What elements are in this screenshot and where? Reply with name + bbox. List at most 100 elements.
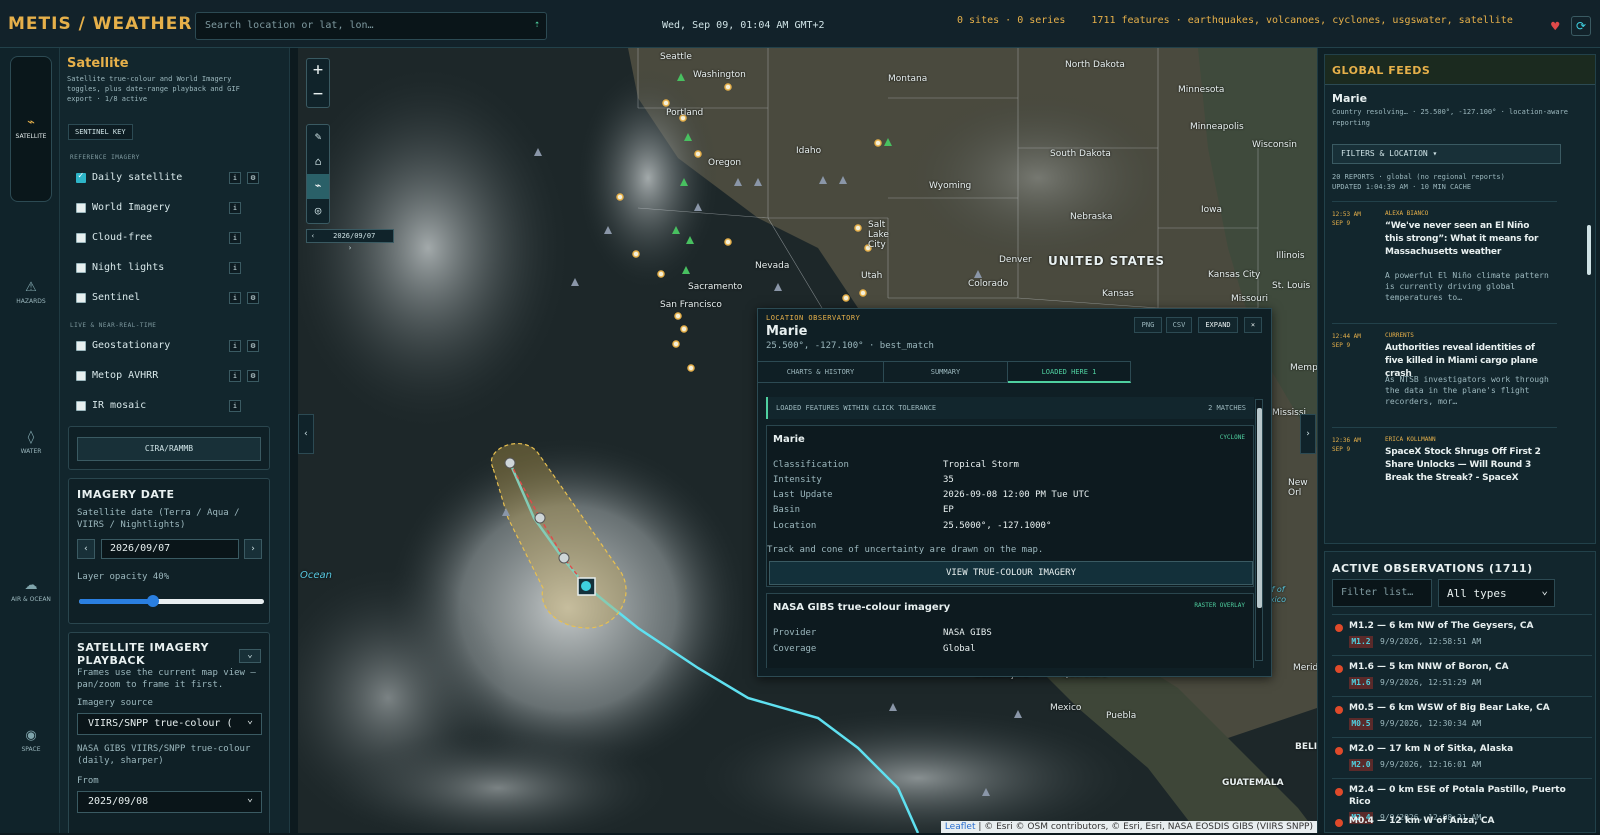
nav-water[interactable]: ◊ WATER — [10, 430, 52, 455]
opacity-slider[interactable] — [79, 595, 264, 607]
nav-satellite[interactable]: ⌁ SATELLITE — [10, 56, 52, 202]
observation-item[interactable]: M0.5 — 6 km WSW of Big Bear Lake, CA M0.… — [1332, 696, 1592, 737]
collapse-left-button[interactable]: ‹ — [298, 414, 314, 454]
sentinel-key-button[interactable]: SENTINEL KEY — [68, 124, 133, 140]
layer-daily-satellite[interactable]: Daily satellite i ⚙ — [76, 171, 276, 186]
checkbox[interactable] — [76, 233, 86, 243]
news-headline[interactable]: SpaceX Stock Shrugs Off First 2 Share Un… — [1385, 446, 1550, 485]
checkbox[interactable] — [76, 171, 86, 183]
filters-location-button[interactable]: FILTERS & LOCATION ▾ — [1332, 144, 1561, 164]
checkbox[interactable] — [76, 371, 86, 381]
imagery-date-input[interactable]: 2026/09/07 — [101, 539, 239, 559]
news-headline[interactable]: “We've never seen an El Niño this strong… — [1385, 220, 1550, 259]
layer-cloud-free[interactable]: Cloud-free i — [76, 232, 276, 246]
layer-label: Geostationary — [92, 340, 171, 351]
info-icon[interactable]: i — [229, 262, 241, 274]
observation-item[interactable]: M1.2 — 6 km NW of The Geysers, CA M1.2 9… — [1332, 614, 1592, 655]
imagery-source-select[interactable]: VIIRS/SNPP true-colour ( — [77, 713, 262, 735]
close-icon[interactable]: × — [1244, 317, 1262, 333]
layer-metop-avhrr[interactable]: Metop AVHRR i ⚙ — [76, 370, 276, 384]
png-button[interactable]: PNG — [1134, 317, 1162, 333]
news-item[interactable]: 12:53 AM SEP 9 ALEXA BIANCO “We've never … — [1332, 201, 1557, 325]
checkbox[interactable] — [76, 401, 86, 411]
chevron-left-icon[interactable]: ‹ — [311, 232, 315, 240]
type-select[interactable]: All types — [1438, 579, 1555, 607]
opacity-handle[interactable] — [147, 595, 159, 607]
attribution-text: | © Esri © OSM contributors, © Esri, Esr… — [975, 822, 1313, 832]
search-placeholder: Search location or lat, lon… — [205, 20, 374, 31]
home-icon[interactable]: ⌂ — [307, 150, 329, 175]
globe-icon[interactable]: ◎ — [307, 199, 329, 224]
view-true-colour-button[interactable]: VIEW TRUE-COLOUR IMAGERY — [769, 561, 1253, 585]
magnitude-badge: M1.6 — [1349, 677, 1373, 689]
location-search-input[interactable]: Search location or lat, lon… ⇡ — [195, 12, 547, 40]
gear-icon[interactable]: ⚙ — [247, 172, 259, 184]
checkbox[interactable] — [76, 341, 86, 351]
map-date-chip[interactable]: ‹ 2026/09/07 › — [306, 229, 394, 252]
sites-series-count: 0 sites · 0 series — [957, 15, 1066, 26]
search-go-icon[interactable]: ⇡ — [534, 19, 540, 30]
popup-scrollbar[interactable] — [1255, 399, 1263, 661]
from-date-input[interactable]: 2025/09/08 — [77, 791, 262, 813]
chevron-right-icon[interactable]: › — [348, 244, 352, 252]
earthquake-dot-icon — [1335, 706, 1343, 714]
cyclone-card[interactable]: Marie CYCLONE Classification Tropical Sto… — [766, 425, 1254, 587]
feed-scrollbar[interactable] — [1587, 225, 1591, 275]
cira-rammb-button[interactable]: CIRA/RAMMB — [77, 437, 261, 461]
heart-icon[interactable]: ♥ — [1551, 19, 1559, 35]
map-label-south-dakota: South Dakota — [1050, 149, 1111, 159]
expand-button[interactable]: EXPAND — [1198, 317, 1238, 333]
gear-icon[interactable]: ⚙ — [247, 292, 259, 304]
info-icon[interactable]: i — [229, 400, 241, 412]
nav-space[interactable]: ◉ SPACE — [10, 728, 52, 753]
nav-label: SPACE — [21, 746, 41, 753]
checkbox[interactable] — [76, 293, 86, 303]
observation-item[interactable]: M1.6 — 5 km NNW of Boron, CA M1.6 9/9/20… — [1332, 655, 1592, 696]
info-icon[interactable]: i — [229, 292, 241, 304]
prev-date-button[interactable]: ‹ — [77, 539, 95, 559]
kv-value: Global — [943, 644, 976, 654]
checkbox[interactable] — [76, 263, 86, 273]
gear-icon[interactable]: ⚙ — [247, 340, 259, 352]
map-label-new-orleans: New Orl — [1288, 478, 1308, 498]
layer-sentinel[interactable]: Sentinel i ⚙ — [76, 292, 276, 306]
zoom-out-button[interactable]: − — [307, 83, 329, 107]
news-item[interactable]: 12:36 AM SEP 9 ERICA KOLLMANN SpaceX Stoc… — [1332, 427, 1557, 543]
tab-summary[interactable]: SUMMARY — [884, 362, 1008, 383]
nav-hazards[interactable]: ⚠ HAZARDS — [10, 280, 52, 305]
checkbox[interactable] — [76, 203, 86, 213]
next-date-button[interactable]: › — [244, 539, 262, 559]
earthquake-dot-icon — [1335, 788, 1343, 796]
tab-charts-history[interactable]: CHARTS & HISTORY — [758, 362, 884, 383]
info-icon[interactable]: i — [229, 340, 241, 352]
reports-count: 20 REPORTS · global (no regional reports… — [1332, 173, 1505, 181]
collapse-right-button[interactable]: › — [1300, 414, 1316, 454]
refresh-icon[interactable]: ⟳ — [1571, 16, 1591, 36]
satellite-toggle-icon[interactable]: ⌁ — [307, 174, 329, 199]
collapse-chevron-icon[interactable]: ⌄ — [239, 649, 261, 663]
layer-ir-mosaic[interactable]: IR mosaic i — [76, 400, 276, 414]
gibs-card[interactable]: NASA GIBS true-colour imagery RASTER OVE… — [766, 593, 1254, 668]
layer-world-imagery[interactable]: World Imagery i — [76, 202, 276, 216]
layer-geostationary[interactable]: Geostationary i ⚙ — [76, 340, 276, 354]
layer-night-lights[interactable]: Night lights i — [76, 262, 276, 276]
observation-item[interactable]: M2.0 — 17 km N of Sitka, Alaska M2.0 9/9… — [1332, 737, 1592, 778]
magnitude-badge: M1.2 — [1349, 636, 1373, 648]
info-icon[interactable]: i — [229, 370, 241, 382]
filter-list-input[interactable]: Filter list… — [1332, 579, 1432, 607]
scroll-thumb[interactable] — [1257, 408, 1262, 608]
csv-button[interactable]: CSV — [1166, 317, 1192, 333]
news-item[interactable]: 12:44 AM SEP 9 CURRENTS Authorities revea… — [1332, 323, 1557, 427]
leaflet-link[interactable]: Leaflet — [945, 822, 976, 832]
info-icon[interactable]: i — [229, 172, 241, 184]
info-icon[interactable]: i — [229, 202, 241, 214]
nav-air-ocean[interactable]: ☁ AIR & OCEAN — [10, 578, 52, 603]
zoom-in-button[interactable]: + — [307, 59, 329, 83]
nav-label: HAZARDS — [16, 298, 46, 305]
kv-key: Intensity — [773, 475, 822, 485]
news-source: CURRENTS — [1385, 332, 1414, 339]
ruler-icon[interactable]: ✎ — [307, 125, 329, 150]
info-icon[interactable]: i — [229, 232, 241, 244]
gear-icon[interactable]: ⚙ — [247, 370, 259, 382]
tab-loaded-here[interactable]: LOADED HERE 1 — [1008, 362, 1131, 383]
